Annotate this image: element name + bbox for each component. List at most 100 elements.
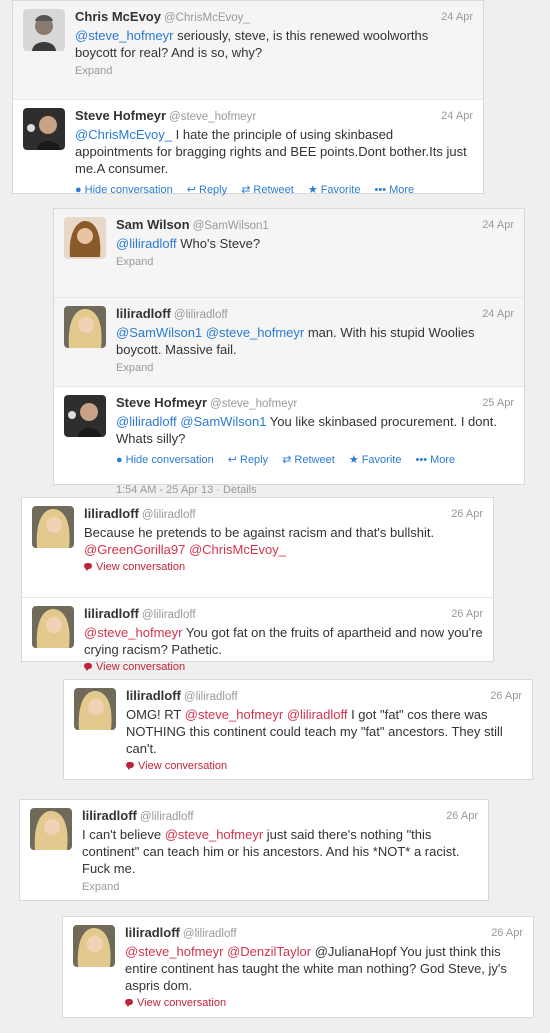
author-name[interactable]: liliradloff <box>116 306 171 321</box>
author-name[interactable]: Steve Hofmeyr <box>116 395 207 410</box>
tweet[interactable]: Steve Hofmeyr @steve_hofmeyr 24 Apr @Chri… <box>13 99 483 210</box>
author-handle[interactable]: @liliradloff <box>174 309 228 321</box>
expand-link[interactable]: Expand <box>116 256 514 268</box>
author-handle[interactable]: @liliradloff <box>142 509 196 521</box>
view-conversation-link[interactable]: View conversation <box>84 561 483 573</box>
mention-link[interactable]: @steve_hofmeyr <box>84 625 182 640</box>
author-handle[interactable]: @ChrisMcEvoy_ <box>164 12 250 24</box>
avatar-lili[interactable] <box>32 606 74 648</box>
tweet-text: @liliradloff @SamWilson1 You like skinba… <box>116 413 514 447</box>
tweet[interactable]: Chris McEvoy @ChrisMcEvoy_ 24 Apr @steve_… <box>13 1 483 99</box>
view-conversation-link[interactable]: View conversation <box>84 661 483 673</box>
star-icon: ★ <box>348 454 359 466</box>
author-handle[interactable]: @steve_hofmeyr <box>169 111 256 123</box>
tweet[interactable]: liliradloff @liliradloff 26 Apr OMG! RT @… <box>64 680 532 795</box>
reply-icon: ↩ <box>227 454 237 466</box>
reply-icon: ↩ <box>186 184 196 196</box>
retweet-icon: ⇄ <box>282 454 292 466</box>
avatar-lili[interactable] <box>74 688 116 730</box>
tweet-date[interactable]: 26 Apr <box>491 927 523 939</box>
more-button[interactable]: ••• More <box>416 454 456 466</box>
tweet-text: I can't believe @steve_hofmeyr just said… <box>82 826 478 877</box>
hide-conversation-link[interactable]: ● Hide conversation <box>116 454 214 466</box>
speech-bubble-icon: ● <box>75 184 82 196</box>
author-name[interactable]: Chris McEvoy <box>75 9 161 24</box>
mention-link[interactable]: @SamWilson1 @steve_hofmeyr <box>116 325 304 340</box>
tweet-date[interactable]: 26 Apr <box>451 508 483 520</box>
view-conversation-link[interactable]: View conversation <box>125 997 523 1009</box>
favorite-button[interactable]: ★ Favorite <box>308 184 361 196</box>
reply-button[interactable]: ↩ Reply <box>187 184 227 196</box>
retweet-button[interactable]: ⇄ Retweet <box>282 454 335 466</box>
tweet[interactable]: liliradloff @liliradloff 26 Apr I can't b… <box>20 800 488 916</box>
tweet-text: @ChrisMcEvoy_ I hate the principle of us… <box>75 126 473 177</box>
mention-link[interactable]: @steve_hofmeyr @liliradloff <box>185 707 348 722</box>
tweet-text-part: I can't believe <box>82 827 165 842</box>
view-conversation-link[interactable]: View conversation <box>126 760 522 772</box>
more-dots-icon: ••• <box>374 184 387 196</box>
tweet-text-part: Because he pretends to be against racism… <box>84 525 435 540</box>
tweet[interactable]: liliradloff @liliradloff 24 Apr @SamWilso… <box>54 297 524 386</box>
tweet-text-part: OMG! RT <box>126 707 185 722</box>
tweet-date[interactable]: 24 Apr <box>441 110 473 122</box>
tweet-date[interactable]: 24 Apr <box>441 11 473 23</box>
mention-link[interactable]: @GreenGorilla97 @ChrisMcEvoy_ <box>84 542 286 557</box>
mention-link[interactable]: @steve_hofmeyr <box>75 28 173 43</box>
author-name[interactable]: liliradloff <box>126 688 181 703</box>
author-handle[interactable]: @liliradloff <box>142 609 196 621</box>
tweet-date[interactable]: 25 Apr <box>482 397 514 409</box>
author-name[interactable]: Sam Wilson <box>116 217 190 232</box>
avatar-steve[interactable] <box>64 395 106 437</box>
tweet[interactable]: liliradloff @liliradloff 26 Apr Because h… <box>22 498 493 597</box>
author-name[interactable]: liliradloff <box>84 506 139 521</box>
tweet-date[interactable]: 26 Apr <box>446 810 478 822</box>
tweet-actions: ● Hide conversation ↩ Reply ⇄ Retweet ★ Favo… <box>116 453 514 466</box>
author-handle[interactable]: @liliradloff <box>140 811 194 823</box>
tweet-date[interactable]: 24 Apr <box>482 219 514 231</box>
mention-link[interactable]: @steve_hofmeyr @DenzilTaylor <box>125 944 311 959</box>
avatar-chris[interactable] <box>23 9 65 51</box>
expand-link[interactable]: Expand <box>116 362 514 374</box>
retweet-button[interactable]: ⇄ Retweet <box>241 184 294 196</box>
author-handle[interactable]: @SamWilson1 <box>193 220 269 232</box>
more-button[interactable]: ••• More <box>375 184 415 196</box>
tweet-text-part: Who's Steve? <box>176 236 261 251</box>
expand-link[interactable]: Expand <box>82 881 478 893</box>
avatar-lili[interactable] <box>73 925 115 967</box>
speech-bubble-icon: ● <box>116 454 123 466</box>
reply-button[interactable]: ↩ Reply <box>228 454 268 466</box>
conversation-card-4: liliradloff @liliradloff 26 Apr OMG! RT @… <box>63 679 533 780</box>
author-name[interactable]: liliradloff <box>82 808 137 823</box>
avatar-sam[interactable] <box>64 217 106 259</box>
author-handle[interactable]: @steve_hofmeyr <box>210 398 297 410</box>
mention-link[interactable]: @ChrisMcEvoy_ <box>75 127 172 142</box>
speech-bubble-icon <box>84 663 92 671</box>
mention-link[interactable]: @liliradloff <box>116 236 177 251</box>
expand-link[interactable]: Expand <box>75 65 473 77</box>
author-handle[interactable]: @liliradloff <box>184 691 238 703</box>
tweet-text: @liliradloff Who's Steve? <box>116 235 514 252</box>
hide-conversation-link[interactable]: ● Hide conversation <box>75 184 173 196</box>
tweet-date[interactable]: 26 Apr <box>490 690 522 702</box>
avatar-lili[interactable] <box>32 506 74 548</box>
avatar-lili[interactable] <box>64 306 106 348</box>
tweet-date[interactable]: 26 Apr <box>451 608 483 620</box>
favorite-button[interactable]: ★ Favorite <box>349 454 402 466</box>
avatar-lili[interactable] <box>30 808 72 850</box>
more-dots-icon: ••• <box>415 454 428 466</box>
retweet-icon: ⇄ <box>241 184 251 196</box>
tweet[interactable]: liliradloff @liliradloff 26 Apr @steve_ho… <box>63 917 533 1033</box>
conversation-card-1: Chris McEvoy @ChrisMcEvoy_ 24 Apr @steve_… <box>12 0 484 196</box>
tweet-date[interactable]: 24 Apr <box>482 308 514 320</box>
tweet-timestamp[interactable]: 1:54 AM - 25 Apr 13 · Details <box>116 484 514 496</box>
tweet-text: @steve_hofmeyr @DenzilTaylor @JulianaHop… <box>125 943 523 994</box>
mention-link[interactable]: @steve_hofmeyr <box>165 827 263 842</box>
avatar-steve[interactable] <box>23 108 65 150</box>
mention-link[interactable]: @liliradloff @SamWilson1 <box>116 414 266 429</box>
author-handle[interactable]: @liliradloff <box>183 928 237 940</box>
tweet[interactable]: Sam Wilson @SamWilson1 24 Apr @liliradlof… <box>54 209 524 297</box>
author-name[interactable]: liliradloff <box>84 606 139 621</box>
author-name[interactable]: liliradloff <box>125 925 180 940</box>
conversation-card-6: liliradloff @liliradloff 26 Apr @steve_ho… <box>62 916 534 1018</box>
author-name[interactable]: Steve Hofmeyr <box>75 108 166 123</box>
